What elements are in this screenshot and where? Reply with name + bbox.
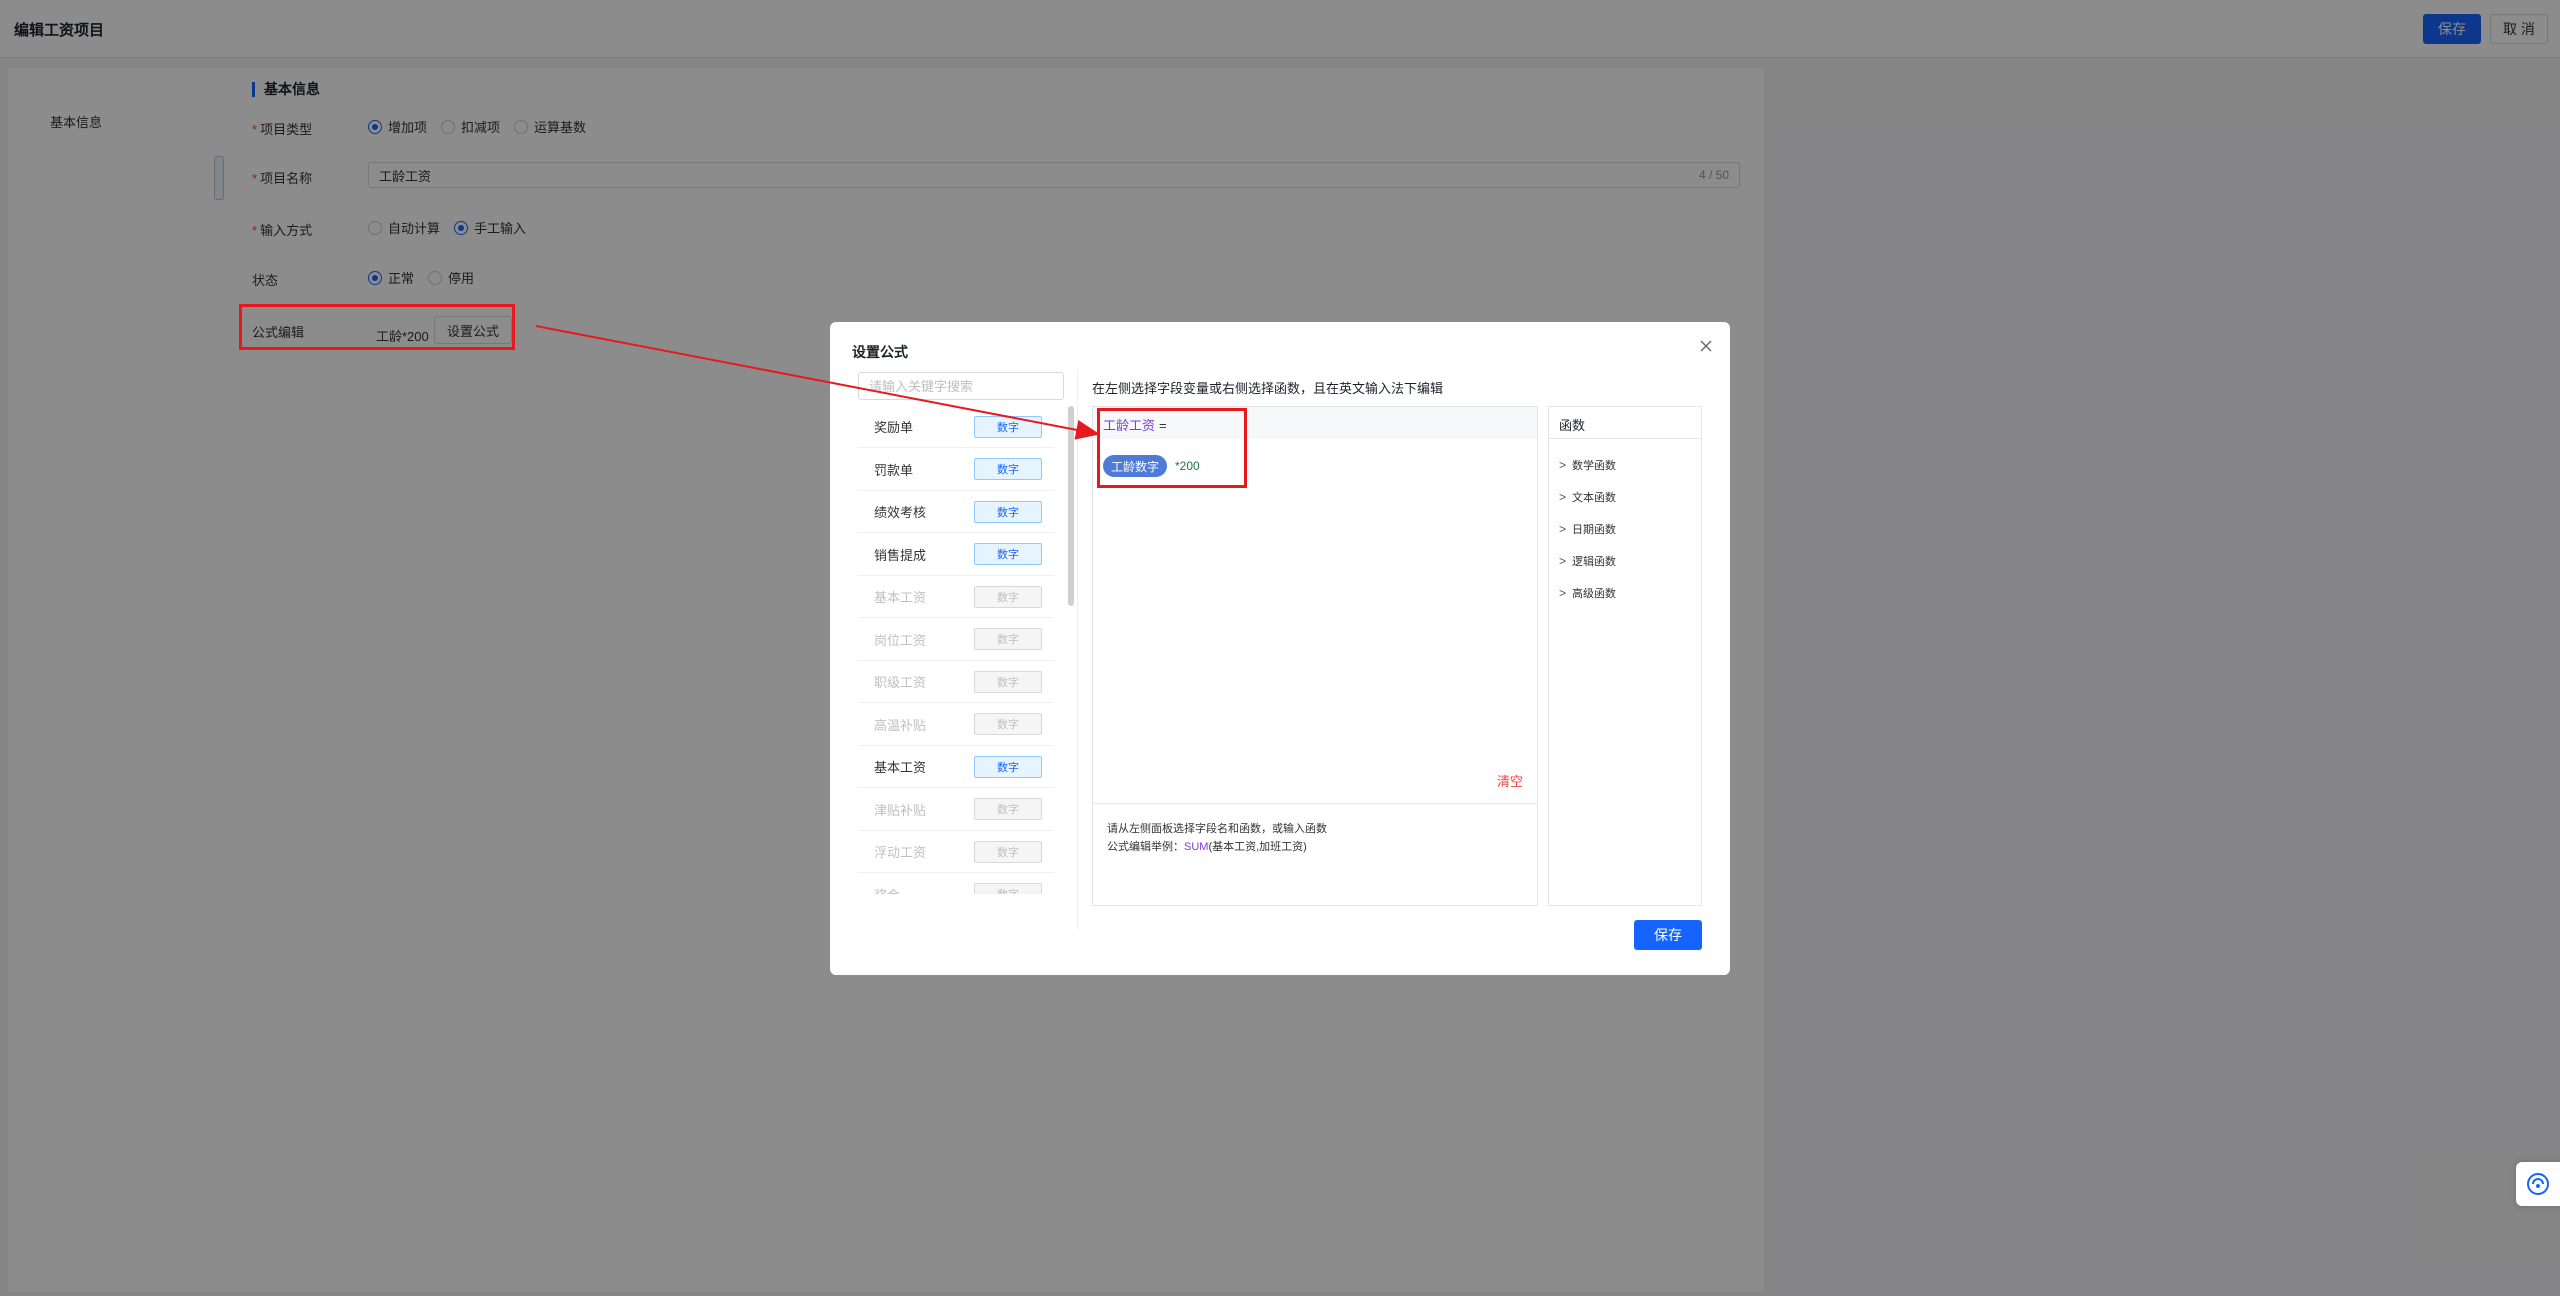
divider <box>1077 370 1078 930</box>
field-list-item[interactable]: 奖金 数字 <box>858 874 1054 895</box>
field-name: 职级工资 <box>874 675 927 690</box>
field-type-tag: 数字 <box>974 628 1042 650</box>
annotation-box-formula <box>239 304 515 350</box>
help-widget[interactable] <box>2516 1162 2560 1206</box>
field-name: 绩效考核 <box>874 505 927 520</box>
field-list-scrollbar[interactable] <box>1068 406 1074 606</box>
function-category-item[interactable]: > 日期函数 <box>1559 521 1616 537</box>
field-name: 奖励单 <box>874 420 914 435</box>
field-type-tag: 数字 <box>974 543 1042 565</box>
field-type-tag: 数字 <box>974 713 1042 735</box>
editor-help: 请从左侧面板选择字段名和函数，或输入函数 公式编辑举例：SUM(基本工资,加班工… <box>1093 803 1537 905</box>
chevron-right-icon: > <box>1559 490 1567 504</box>
field-list: 奖励单 数字 罚款单 数字 绩效考核 数字 销售提成 数字 基本工资 数字 岗位工资 数字 职级工资 数字… <box>858 406 1068 894</box>
close-icon[interactable] <box>1698 338 1714 354</box>
field-name: 津贴补贴 <box>874 802 927 818</box>
field-type-tag: 数字 <box>974 458 1042 480</box>
field-search-input[interactable] <box>858 372 1064 400</box>
annotation-box-editor <box>1097 408 1247 488</box>
editor-hint: 在左侧选择字段变量或右侧选择函数，且在英文输入法下编辑 <box>1092 381 1444 396</box>
clear-button[interactable]: 清空 <box>1497 771 1523 790</box>
field-list-item[interactable]: 津贴补贴 数字 <box>858 789 1054 831</box>
function-category-label: 文本函数 <box>1572 492 1617 504</box>
field-name: 奖金 <box>874 885 900 895</box>
help-icon <box>2527 1173 2549 1195</box>
field-name: 基本工资 <box>874 760 927 775</box>
field-list-item[interactable]: 罚款单 数字 <box>858 449 1054 491</box>
field-name: 浮动工资 <box>874 845 927 860</box>
field-list-item[interactable]: 基本工资 数字 <box>858 576 1054 618</box>
dialog-save-button[interactable]: 保存 <box>1634 920 1702 950</box>
field-list-item[interactable]: 岗位工资 数字 <box>858 619 1054 661</box>
field-type-tag: 数字 <box>974 883 1042 894</box>
function-category-label: 高级函数 <box>1572 588 1617 600</box>
function-category-label: 数学函数 <box>1572 460 1617 472</box>
field-list-item[interactable]: 销售提成 数字 <box>858 534 1054 576</box>
field-type-tag: 数字 <box>974 415 1042 438</box>
function-category-item[interactable]: > 高级函数 <box>1559 585 1616 601</box>
function-category-item[interactable]: > 文本函数 <box>1559 489 1616 505</box>
function-category-item[interactable]: > 数学函数 <box>1559 457 1616 473</box>
set-formula-dialog: 设置公式 奖励单数字罚款单数字绩效考核数字销售提成数字基本工资数字岗位工资数字职… <box>830 322 1730 975</box>
chevron-right-icon: > <box>1559 522 1567 536</box>
field-type-tag: 数字 <box>974 585 1042 608</box>
function-category-item[interactable]: > 逻辑函数 <box>1559 553 1616 569</box>
field-type-tag: 数字 <box>974 670 1042 693</box>
field-type-tag: 数字 <box>974 500 1042 523</box>
field-name: 基本工资 <box>874 590 927 605</box>
field-list-item[interactable]: 高温补贴 数字 <box>858 704 1054 746</box>
field-list-item[interactable]: 绩效考核 数字 <box>858 491 1054 533</box>
field-name: 罚款单 <box>874 462 914 478</box>
field-type-tag: 数字 <box>974 840 1042 863</box>
chevron-right-icon: > <box>1559 554 1567 568</box>
field-list-item[interactable]: 奖励单 数字 <box>858 406 1054 448</box>
field-name: 岗位工资 <box>874 632 927 648</box>
dialog-title: 设置公式 <box>852 344 908 360</box>
function-category-label: 逻辑函数 <box>1572 556 1617 568</box>
function-panel-header: 函数 <box>1549 407 1701 439</box>
field-name: 高温补贴 <box>874 717 927 733</box>
field-name: 销售提成 <box>874 547 927 563</box>
field-type-tag: 数字 <box>974 798 1042 820</box>
function-category-label: 日期函数 <box>1572 524 1617 536</box>
field-list-item[interactable]: 职级工资 数字 <box>858 661 1054 703</box>
field-type-tag: 数字 <box>974 755 1042 778</box>
field-list-item[interactable]: 浮动工资 数字 <box>858 831 1054 873</box>
chevron-right-icon: > <box>1559 586 1567 600</box>
function-panel: 函数 > 数学函数 > 文本函数 > 日期函数 > 逻辑函数 > 高级函数 <box>1548 406 1702 906</box>
chevron-right-icon: > <box>1559 458 1567 472</box>
field-list-item[interactable]: 基本工资 数字 <box>858 746 1054 788</box>
help-line: 请从左侧面板选择字段名和函数，或输入函数 <box>1107 823 1327 835</box>
help-example: 公式编辑举例：SUM(基本工资,加班工资) <box>1107 841 1307 853</box>
